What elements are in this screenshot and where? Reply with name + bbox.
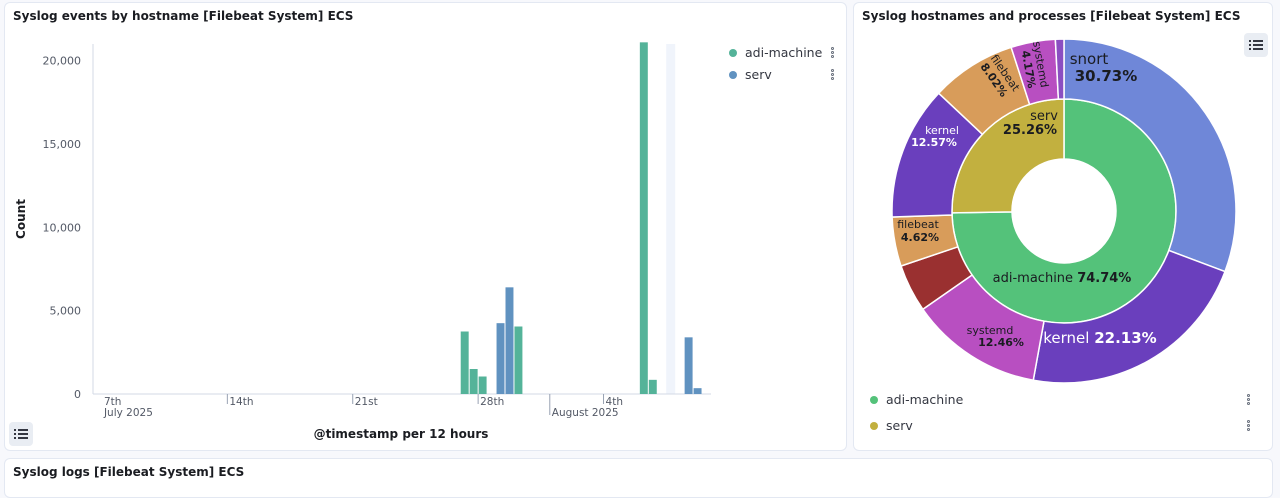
legend-dot [870, 421, 878, 430]
x-tick-label: 21st [355, 396, 378, 408]
slice-label-text: adi-machine [993, 271, 1078, 286]
legend-label: serv [745, 67, 772, 82]
slice-label-text: kernel [1043, 329, 1094, 347]
x-axis-label: @timestamp per 12 hours [314, 427, 489, 441]
legend-actions-icon[interactable] [1247, 420, 1251, 432]
slice-label-value: 74.74% [1077, 271, 1131, 286]
legend-item-adi-machine[interactable]: adi-machine [870, 392, 963, 407]
x-tick-sublabel: July 2025 [103, 407, 153, 419]
y-tick-label: 10,000 [43, 221, 82, 234]
outer-label: 4.62% [901, 231, 939, 244]
bar-adi-machine [478, 376, 487, 394]
legend-actions-icon[interactable] [831, 47, 835, 59]
bar-adi-machine [514, 326, 523, 394]
x-tick-label: 14th [229, 396, 253, 408]
outer-label: filebeat [897, 218, 939, 231]
inner-label: adi-machine 74.74% [993, 271, 1132, 286]
inner-label: 25.26% [1003, 123, 1057, 138]
bar-adi-machine [648, 379, 657, 394]
bar-serv [684, 337, 693, 394]
legend-dot [870, 395, 878, 404]
y-tick-label: 5,000 [50, 305, 82, 318]
outer-label: 30.73% [1075, 67, 1137, 85]
outer-label: snort [1070, 50, 1109, 68]
legend-dot [729, 48, 737, 57]
events-panel: Syslog events by hostname [Filebeat Syst… [4, 2, 847, 451]
y-axis-label: Count [14, 199, 28, 239]
y-tick-label: 0 [74, 388, 81, 401]
legend-item-serv[interactable]: serv [870, 418, 913, 433]
bar-serv [693, 388, 702, 394]
events-bar-chart: 0 5,000 10,000 15,000 20,000 Count @timestamp … [14, 42, 711, 441]
hostnames-donut-chart: adi-machine 74.74% serv25.26% snort30.73% k… [891, 38, 1237, 383]
legend-label: adi-machine [886, 392, 964, 407]
legend-label: adi-machine [745, 45, 823, 60]
legend-item-serv[interactable]: serv [729, 67, 772, 82]
y-tick-label: 20,000 [43, 55, 82, 68]
hostnames-panel: Syslog hostnames and processes [Filebeat… [853, 2, 1273, 451]
bar-adi-machine [639, 42, 648, 394]
y-tick-label: 15,000 [43, 138, 82, 151]
outer-label: 12.46% [978, 336, 1024, 349]
hover-band [666, 44, 676, 394]
x-tick-label: 28th [480, 396, 504, 408]
legend-actions-icon[interactable] [1247, 394, 1251, 406]
syslog-logs-panel-title: Syslog logs [Filebeat System] ECS [13, 465, 245, 479]
bar-adi-machine [460, 331, 469, 394]
x-tick-label: 4th [606, 396, 623, 408]
legend-item-adi-machine[interactable]: adi-machine [729, 45, 822, 60]
bar-adi-machine [469, 369, 478, 394]
legend-toggle-button[interactable] [1244, 33, 1268, 57]
list-icon [1249, 40, 1263, 50]
legend-actions-icon[interactable] [831, 69, 835, 81]
inner-label: serv [1030, 109, 1058, 124]
legend-toggle-button[interactable] [9, 422, 33, 446]
bar-serv [496, 323, 505, 394]
list-icon [14, 429, 28, 439]
syslog-logs-panel: Syslog logs [Filebeat System] ECS [4, 458, 1273, 498]
slice-label-value: 22.13% [1094, 329, 1156, 347]
legend-dot [729, 70, 737, 79]
outer-label: kernel 22.13% [1043, 329, 1156, 347]
outer-label: 12.57% [911, 136, 957, 149]
bar-serv [505, 287, 514, 394]
legend-label: serv [886, 418, 913, 433]
x-tick-sublabel: August 2025 [552, 407, 619, 419]
